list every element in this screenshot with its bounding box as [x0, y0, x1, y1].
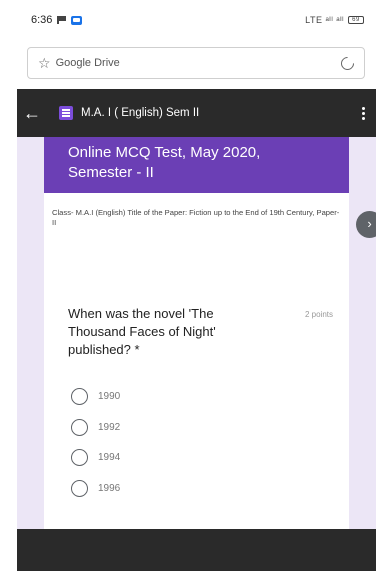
option-label: 1990: [98, 391, 121, 402]
radio-button[interactable]: [71, 480, 88, 497]
google-forms-icon: [59, 106, 73, 120]
radio-button[interactable]: [71, 419, 88, 436]
battery-icon: 69: [348, 16, 364, 24]
option-1994[interactable]: 1994: [71, 449, 120, 466]
more-options-icon[interactable]: [362, 106, 366, 120]
option-label: 1994: [98, 452, 121, 463]
radio-button[interactable]: [71, 449, 88, 466]
status-time: 6:36: [31, 14, 53, 26]
option-label: 1992: [98, 422, 121, 433]
form-title: Online MCQ Test, May 2020, Semester - II: [44, 137, 349, 193]
back-arrow-icon[interactable]: ←: [23, 103, 47, 124]
option-1992[interactable]: 1992: [71, 419, 120, 436]
question-text: When was the novel 'The Thousand Faces o…: [68, 306, 216, 357]
form-content[interactable]: Online MCQ Test, May 2020, Semester - II…: [17, 137, 376, 529]
option-1996[interactable]: 1996: [71, 480, 120, 497]
status-bar: 6:36 LTE ᵃᴵˡ ᵃᴵˡ 69: [17, 0, 376, 40]
form-description: Class- M.A.I (English) Title of the Pape…: [52, 208, 340, 227]
app-bar: ← M.A. I ( English) Sem II: [17, 89, 376, 137]
question-card: When was the novel 'The Thousand Faces o…: [44, 286, 349, 529]
notification-flag-icon: [57, 16, 67, 24]
star-icon[interactable]: ☆: [38, 55, 51, 72]
signal-indicator: LTE ᵃᴵˡ ᵃᴵˡ: [305, 15, 344, 25]
message-icon: [71, 15, 83, 25]
url-text: Google Drive: [55, 57, 120, 69]
question-points: 2 points: [304, 310, 333, 319]
app-title: M.A. I ( English) Sem II: [81, 107, 200, 119]
browser-url-bar[interactable]: ☆ Google Drive: [27, 47, 365, 79]
option-1990[interactable]: 1990: [71, 388, 120, 405]
bottom-bar: [17, 529, 376, 571]
phone-screen: 6:36 LTE ᵃᴵˡ ᵃᴵˡ 69 ☆ Google Drive ← M.A…: [17, 0, 376, 571]
reload-icon[interactable]: [338, 53, 357, 73]
radio-button[interactable]: [71, 388, 88, 405]
next-arrow-button[interactable]: ›: [356, 211, 376, 238]
option-label: 1996: [98, 483, 121, 494]
